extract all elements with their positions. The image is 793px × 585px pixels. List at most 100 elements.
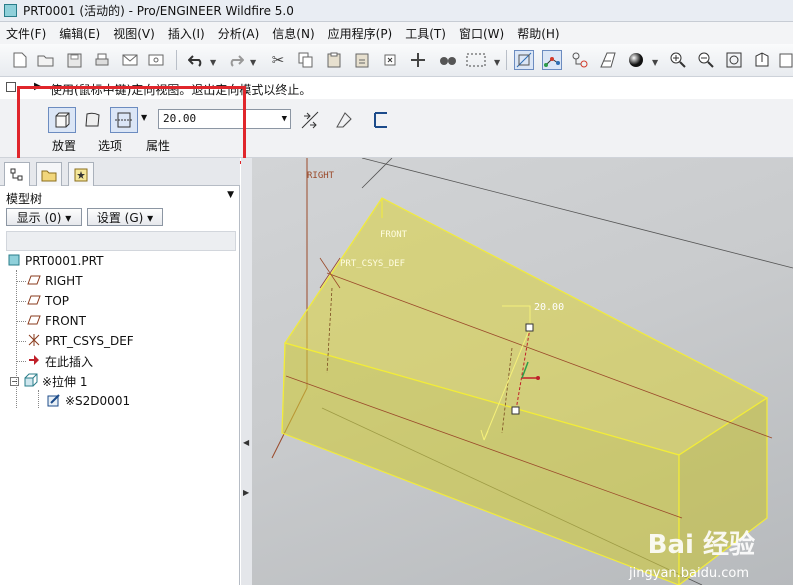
csys-display-icon[interactable] xyxy=(598,50,618,70)
expand-right-icon[interactable]: ▶ xyxy=(243,488,249,497)
depth-dimension-label[interactable]: 20.00 xyxy=(534,302,564,313)
model-tree-menu-dropdown-icon[interactable]: ▼ xyxy=(227,190,234,200)
tree-item-top[interactable]: TOP xyxy=(26,292,69,310)
model-tree-panel: 模型树 ▼ 显示 (0) ▾ 设置 (G) ▾ PRT0001.PRT RIGH… xyxy=(0,158,240,585)
saved-views-icon[interactable] xyxy=(776,50,793,70)
tree-connector xyxy=(16,301,26,302)
extrude-icon xyxy=(23,373,39,390)
menu-help[interactable]: 帮助(H) xyxy=(517,25,559,42)
model-tree-header: 模型树 ▼ xyxy=(6,190,236,207)
zoom-out-icon[interactable] xyxy=(696,50,716,70)
drag-handle-top[interactable] xyxy=(525,323,534,332)
model-view[interactable]: RIGHT FRONT PRT_CSYS_DEF 20.00 xyxy=(252,158,793,585)
tree-item-insert-here[interactable]: 在此插入 xyxy=(26,352,93,370)
tree-item-csys[interactable]: PRT_CSYS_DEF xyxy=(26,332,134,350)
tree-item-front[interactable]: FRONT xyxy=(26,312,86,330)
menu-tools[interactable]: 工具(T) xyxy=(405,25,446,42)
label-csys: PRT_CSYS_DEF xyxy=(340,259,405,269)
undo-icon[interactable] xyxy=(186,50,206,70)
panel-splitter[interactable]: ◀ ▶ xyxy=(241,158,252,585)
mail-attach-icon[interactable] xyxy=(146,50,166,70)
tree-connector xyxy=(16,361,26,362)
tree-item-part[interactable]: PRT0001.PRT xyxy=(6,252,103,270)
tree-item-extrude[interactable]: − ※拉伸 1 xyxy=(10,372,88,390)
navigator-tabs xyxy=(0,158,240,186)
datum-plane-icon xyxy=(26,294,42,308)
tree-item-label: PRT_CSYS_DEF xyxy=(45,334,134,348)
menu-applications[interactable]: 应用程序(P) xyxy=(328,25,393,42)
collapse-left-icon[interactable]: ◀ xyxy=(243,438,249,447)
tree-column-header xyxy=(6,231,236,251)
menu-analysis[interactable]: 分析(A) xyxy=(218,25,260,42)
datum-plane-icon xyxy=(26,314,42,328)
refit-icon[interactable] xyxy=(724,50,744,70)
tree-connector xyxy=(16,341,26,342)
paste-icon[interactable] xyxy=(324,50,344,70)
menu-insert[interactable]: 插入(I) xyxy=(168,25,205,42)
model-tree-title: 模型树 xyxy=(6,192,43,206)
depth-value-input[interactable]: 20.00 ▼ xyxy=(158,109,291,129)
mail-icon[interactable] xyxy=(120,50,140,70)
thicken-sketch-icon[interactable] xyxy=(366,107,394,133)
flip-direction-icon[interactable] xyxy=(296,107,324,133)
csys-icon xyxy=(26,333,42,350)
cut-icon[interactable]: ✂ xyxy=(268,50,288,70)
print-icon[interactable] xyxy=(92,50,112,70)
depth-options-dropdown-icon[interactable]: ▼ xyxy=(141,113,147,122)
datum-display-icon[interactable] xyxy=(514,50,534,70)
extrude-dashboard: ▼ 20.00 ▼ 放置 选项 属性 xyxy=(0,99,793,158)
remove-material-icon[interactable] xyxy=(330,107,358,133)
find-icon[interactable] xyxy=(438,50,458,70)
expand-toggle-icon[interactable]: − xyxy=(10,376,19,386)
copy-icon[interactable] xyxy=(296,50,316,70)
tab-options[interactable]: 选项 xyxy=(98,137,122,154)
open-folder-icon[interactable] xyxy=(36,50,56,70)
tab-properties[interactable]: 属性 xyxy=(146,137,170,154)
watermark: Bai 经验 xyxy=(647,530,755,560)
solid-icon[interactable] xyxy=(48,107,76,133)
depth-history-dropdown-icon[interactable]: ▼ xyxy=(282,110,287,128)
tree-connector xyxy=(16,281,26,282)
surface-icon[interactable] xyxy=(78,107,106,133)
graphics-window[interactable]: RIGHT FRONT PRT_CSYS_DEF 20.00 Bai 经验 ji… xyxy=(252,158,793,585)
blind-depth-icon[interactable] xyxy=(110,107,138,133)
menu-bar: 文件(F) 编辑(E) 视图(V) 插入(I) 分析(A) 信息(N) 应用程序… xyxy=(0,22,793,44)
tree-connector xyxy=(38,390,39,408)
paste-special-icon[interactable] xyxy=(352,50,372,70)
tree-item-sketch[interactable]: ※S2D0001 xyxy=(46,392,130,410)
menu-edit[interactable]: 编辑(E) xyxy=(59,25,100,42)
zoom-in-icon[interactable] xyxy=(668,50,688,70)
save-icon[interactable] xyxy=(64,50,84,70)
shading-icon[interactable] xyxy=(626,50,646,70)
regenerate-icon[interactable] xyxy=(380,50,400,70)
redo-icon[interactable] xyxy=(226,50,246,70)
title-bar: PRT0001 (活动的) - Pro/ENGINEER Wildfire 5.… xyxy=(0,0,793,22)
tree-item-label: ※拉伸 1 xyxy=(42,374,88,389)
new-file-icon[interactable] xyxy=(10,50,30,70)
model-tree-tab-icon[interactable] xyxy=(4,162,30,186)
redo-dropdown-icon[interactable]: ▼ xyxy=(250,58,256,67)
tree-item-label: 在此插入 xyxy=(45,354,94,369)
tab-placement[interactable]: 放置 xyxy=(52,137,76,154)
message-area: ▶ 使用(鼠标中键)定向视图。退出定向模式以终止。 xyxy=(0,77,793,99)
favorites-tab-icon[interactable] xyxy=(68,162,94,186)
regenerate-manager-icon[interactable] xyxy=(408,50,428,70)
menu-info[interactable]: 信息(N) xyxy=(272,25,314,42)
menu-window[interactable]: 窗口(W) xyxy=(459,25,504,42)
settings-button[interactable]: 设置 (G) ▾ xyxy=(87,208,163,226)
reorient-icon[interactable] xyxy=(752,50,772,70)
axis-display-icon[interactable] xyxy=(542,50,562,70)
folder-browser-tab-icon[interactable] xyxy=(36,162,62,186)
show-button[interactable]: 显示 (0) ▾ xyxy=(6,208,82,226)
tree-item-right[interactable]: RIGHT xyxy=(26,272,83,290)
display-style-dropdown-icon[interactable]: ▼ xyxy=(652,58,658,67)
selection-dropdown-icon[interactable]: ▼ xyxy=(494,58,500,67)
tree-item-label: RIGHT xyxy=(45,274,83,288)
drag-handle-bottom[interactable] xyxy=(511,406,520,415)
menu-view[interactable]: 视图(V) xyxy=(113,25,155,42)
part-icon xyxy=(6,254,22,269)
selection-box-icon[interactable] xyxy=(466,50,486,70)
menu-file[interactable]: 文件(F) xyxy=(6,25,46,42)
undo-dropdown-icon[interactable]: ▼ xyxy=(210,58,216,67)
point-display-icon[interactable] xyxy=(570,50,590,70)
